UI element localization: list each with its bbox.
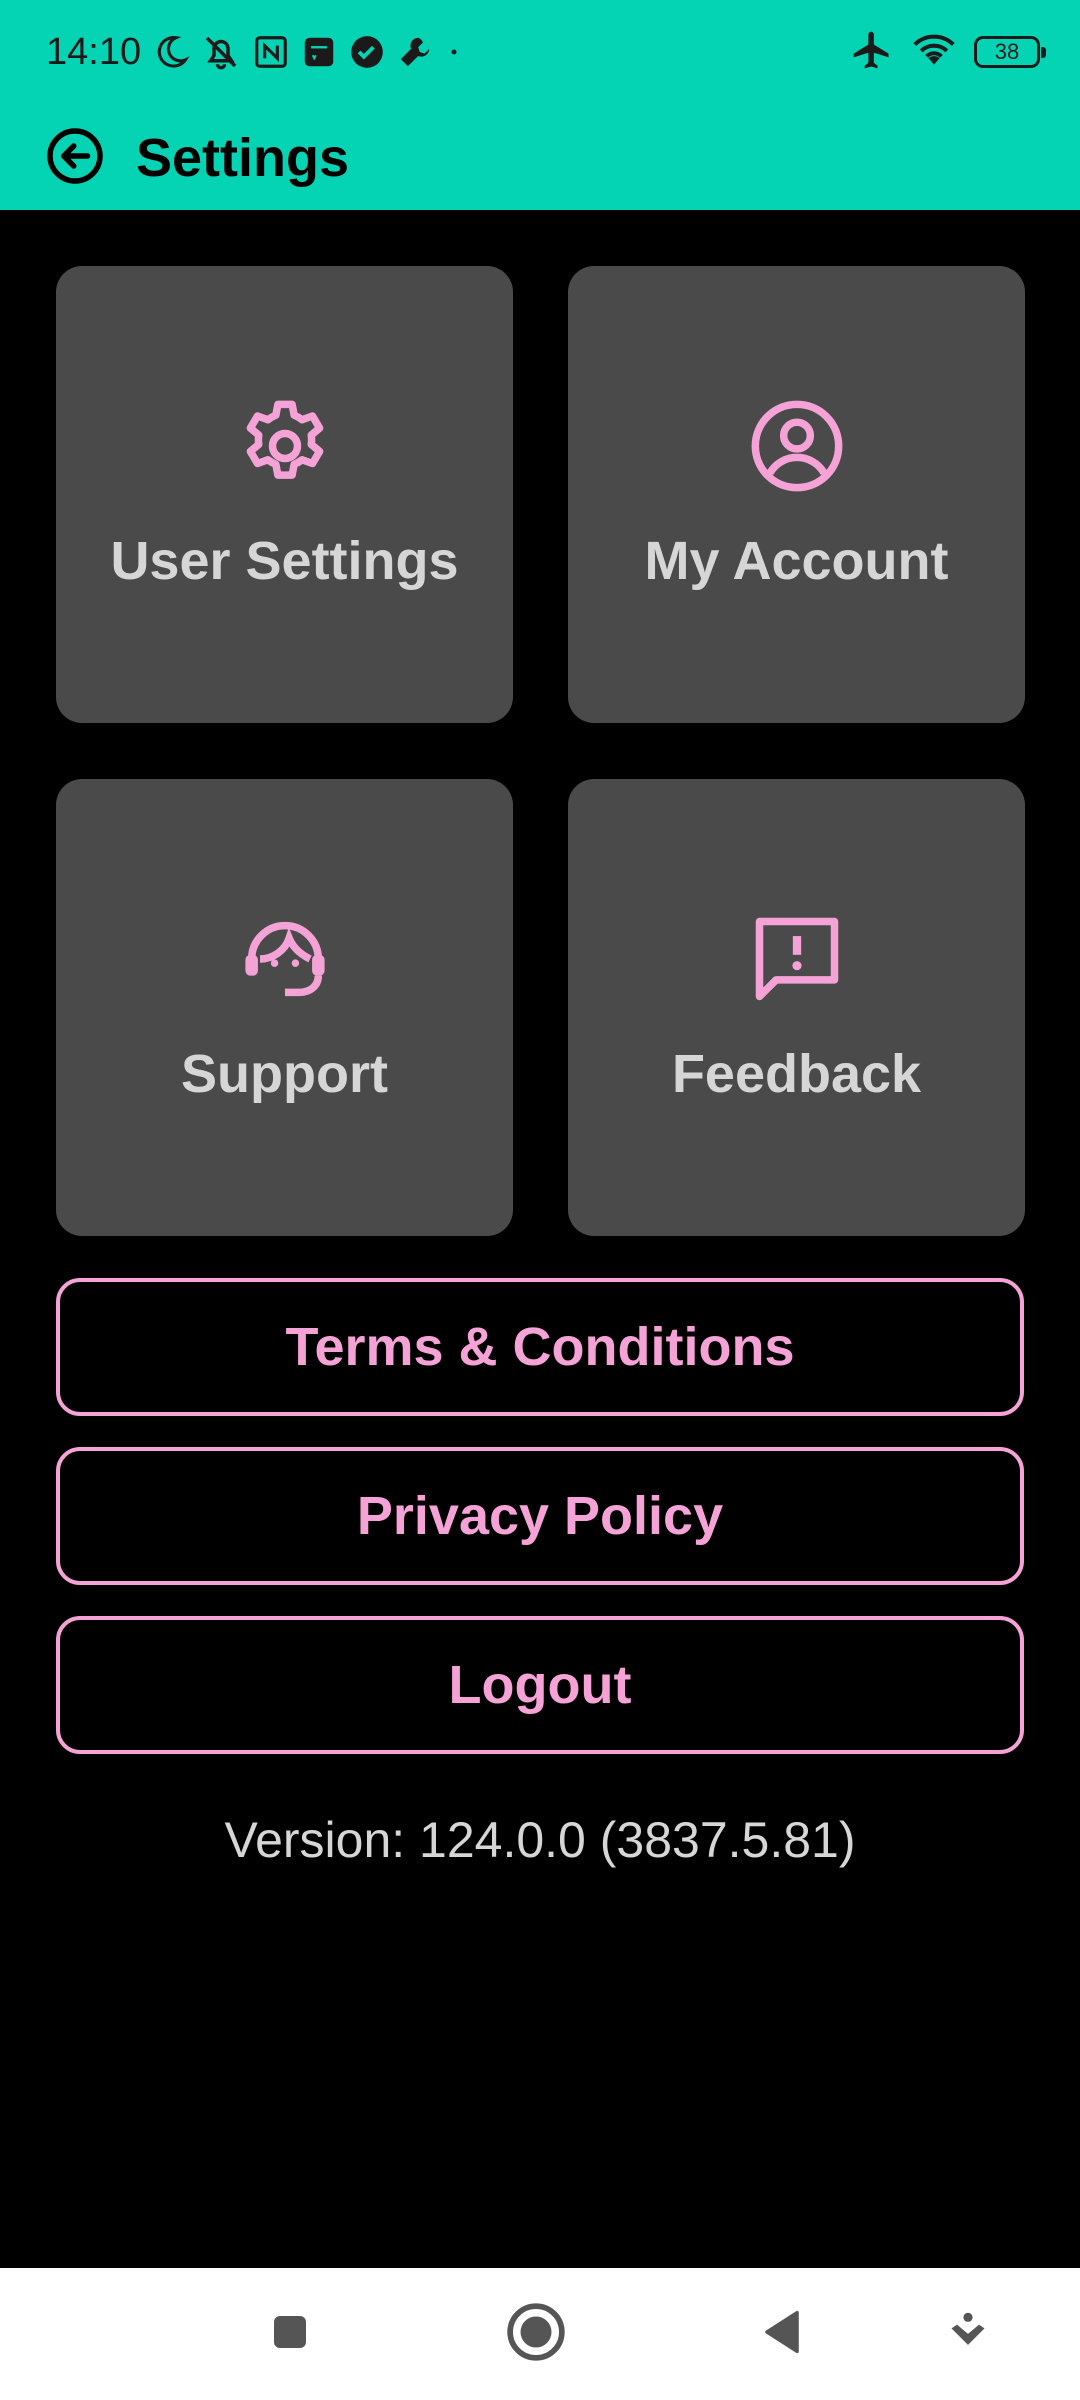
battery-icon: 38 [974,36,1046,68]
home-circle-icon [505,2301,567,2368]
version-text: Version: 124.0.0 (3837.5.81) [224,1812,856,1868]
terms-conditions-button[interactable]: Terms & Conditions [56,1278,1024,1416]
wifi-icon [912,28,956,77]
dot-icon [444,42,464,62]
check-circle-icon [348,33,386,71]
bell-off-icon [200,31,242,73]
recents-button[interactable] [254,2298,326,2370]
account-circle-icon [747,396,847,496]
square-icon [266,2308,314,2361]
logout-button[interactable]: Logout [56,1616,1024,1754]
status-icons-right: 38 [850,28,1046,77]
status-bar: 14:10 38 [0,0,1080,105]
back-nav-button[interactable] [746,2298,818,2370]
header: 14:10 38 Settings [0,0,1080,210]
user-settings-tile[interactable]: User Settings [56,266,513,723]
battery-level: 38 [994,39,1020,64]
gear-icon [235,396,335,496]
back-triangle-icon [756,2306,808,2363]
privacy-policy-button[interactable]: Privacy Policy [56,1447,1024,1585]
status-icons-left [152,30,464,74]
support-tile[interactable]: Support [56,779,513,1236]
home-button[interactable] [500,2298,572,2370]
wrench-icon [396,33,434,71]
my-account-tile[interactable]: My Account [568,266,1025,723]
keyboard-hide-button[interactable] [932,2298,1004,2370]
feedback-tile[interactable]: Feedback [568,779,1025,1236]
moon-icon [152,33,190,71]
feedback-label: Feedback [671,1044,922,1104]
my-account-label: My Account [644,531,949,591]
support-label: Support [181,1044,388,1104]
nfc-icon [252,33,290,71]
system-nav-bar [0,2268,1080,2400]
app-bar: Settings [0,105,1080,210]
mi-icon [300,33,338,71]
arrow-left-circle-icon [45,126,105,191]
airplane-icon [850,28,894,77]
page-title: Settings [136,128,350,188]
support-agent-icon [235,909,335,1009]
feedback-icon [747,909,847,1009]
back-button[interactable] [42,125,108,191]
keyboard-hide-icon [946,2310,990,2359]
user-settings-label: User Settings [110,531,459,591]
status-time: 14:10 [46,31,142,73]
